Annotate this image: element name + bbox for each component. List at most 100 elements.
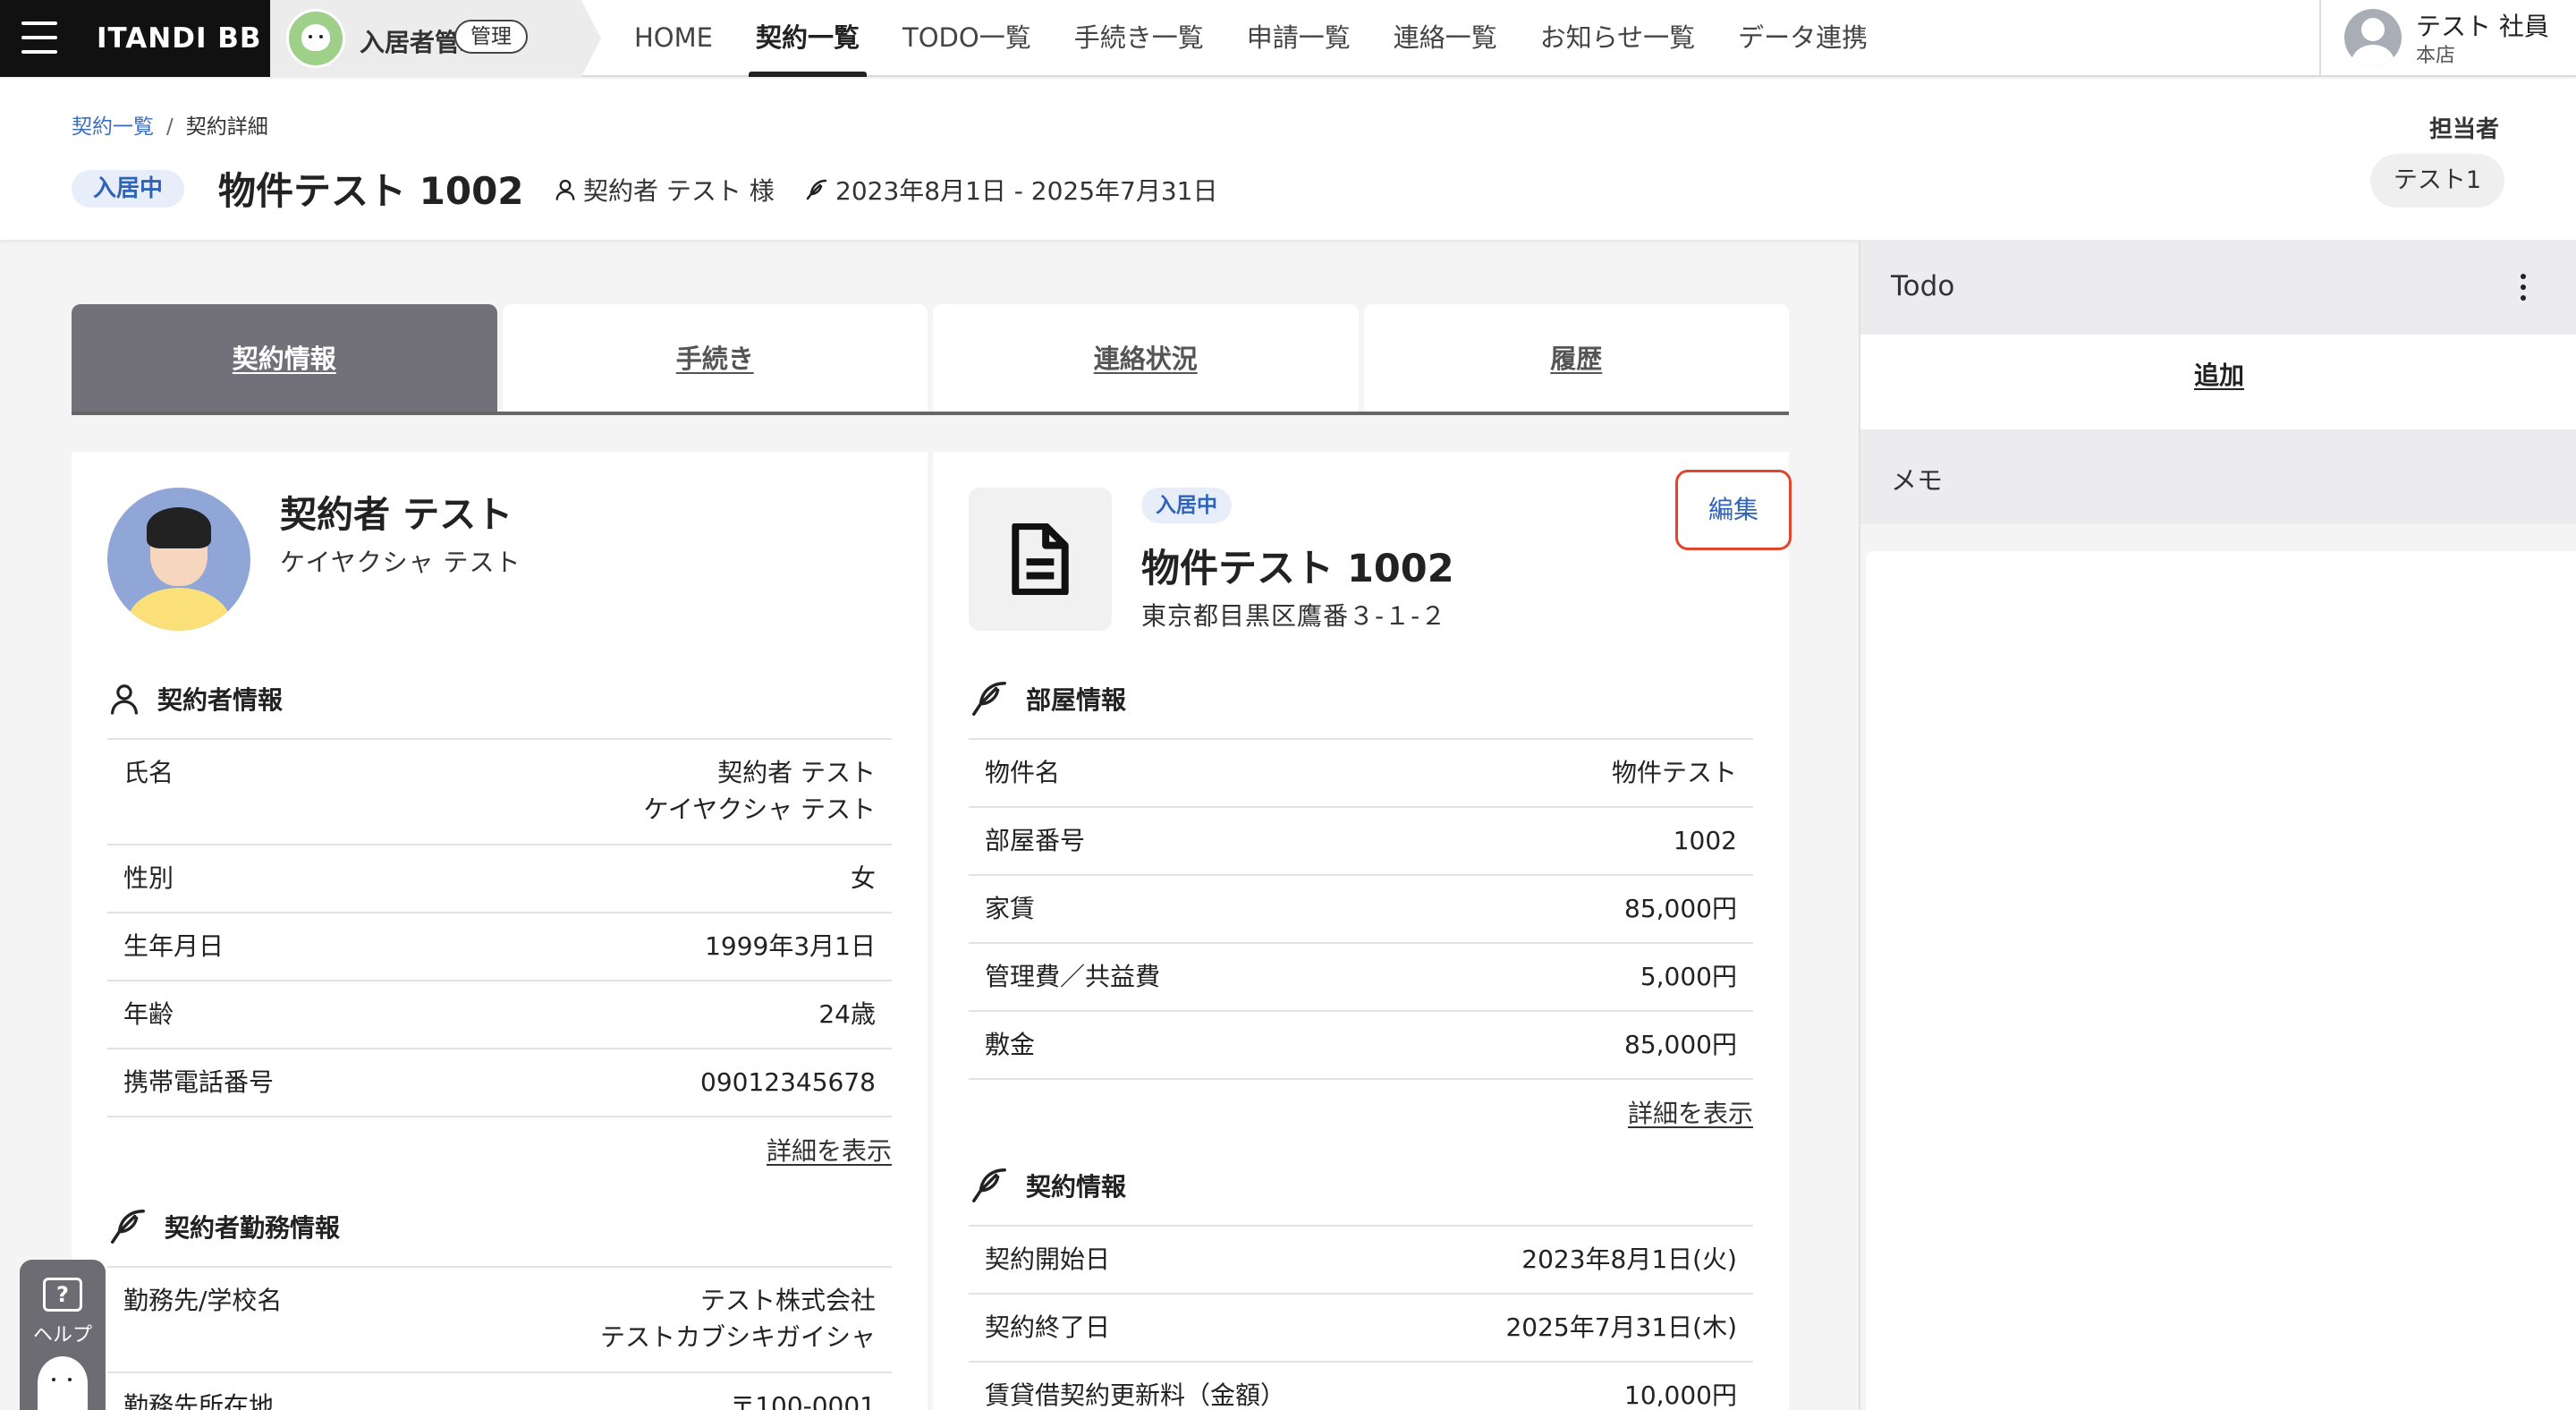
info-row: 敷金 85,000円	[969, 1012, 1753, 1080]
brand-logo[interactable]: ITANDI BB	[97, 22, 262, 55]
nav-home[interactable]: HOME	[613, 0, 734, 77]
row-label: 契約開始日	[985, 1244, 1111, 1274]
property-status-badge: 入居中	[1141, 488, 1232, 523]
menu-icon[interactable]	[21, 21, 57, 54]
room-detail-link-wrap: 詳細を表示	[969, 1080, 1753, 1137]
breadcrumb: 契約一覧 / 契約詳細	[72, 109, 268, 140]
row-label: 家賃	[985, 894, 1036, 923]
breadcrumb-separator: /	[166, 115, 174, 139]
user-name: テスト 社員	[2416, 12, 2549, 41]
bear-logo-icon	[286, 9, 345, 68]
nav-data-link[interactable]: データ連携	[1716, 0, 1889, 77]
nav-procedures[interactable]: 手続き一覧	[1053, 0, 1225, 77]
property-thumbnail	[969, 488, 1112, 631]
tab-contract-info-label: 契約情報	[232, 344, 336, 374]
row-label: 氏名	[123, 758, 174, 787]
feather-pen-icon	[972, 1168, 1006, 1202]
edit-button[interactable]: 編集	[1675, 470, 1792, 550]
contractor-name: 契約者 テスト 様	[583, 176, 775, 206]
memo-input[interactable]	[1866, 551, 2576, 1410]
contractor-kana: ケイヤクシャ テスト	[280, 548, 521, 577]
room-info-title: 部屋情報	[1026, 685, 1127, 715]
tab-procedures[interactable]: 手続き	[502, 304, 928, 412]
row-label: 性別	[123, 863, 174, 893]
property-card: 入居中 物件テスト 1002 東京都目黒区鷹番３-１-２ 編集 部屋情報 物件名…	[933, 452, 1792, 1410]
room-info-section: 部屋情報 物件名 物件テスト 部屋番号 1002 家賃 85,000円 管理費／…	[969, 659, 1753, 1137]
top-bar: ITANDI BB 入居者管理 管理 HOME 契約一覧 TODO一覧 手続き一…	[0, 0, 2576, 77]
info-row: 勤務先所在地 〒100-0001	[107, 1373, 892, 1410]
person-icon	[110, 684, 139, 715]
row-label: 勤務先所在地	[123, 1391, 275, 1410]
feather-pen-icon	[806, 179, 827, 200]
user-store: 本店	[2416, 45, 2456, 67]
assignee-label: 担当者	[2429, 116, 2500, 143]
info-row: 部屋番号 1002	[969, 808, 1753, 876]
tab-contract-info[interactable]: 契約情報	[72, 304, 497, 412]
row-label: 契約終了日	[985, 1312, 1111, 1342]
assignee-selector[interactable]: テスト1	[2370, 154, 2504, 208]
breadcrumb-current: 契約詳細	[185, 115, 268, 139]
work-info-title: 契約者勤務情報	[165, 1213, 341, 1243]
info-row: 家賃 85,000円	[969, 876, 1753, 944]
row-label: 物件名	[985, 758, 1061, 787]
tab-history[interactable]: 履歴	[1363, 304, 1789, 412]
kana-value: ケイヤクシャ テスト	[643, 794, 876, 824]
row-value: 2023年8月1日(火)	[1521, 1244, 1737, 1274]
row-value: 85,000円	[1624, 1030, 1737, 1059]
tab-history-label: 履歴	[1550, 344, 1603, 374]
property-address: 東京都目黒区鷹番３-１-２	[1141, 601, 1447, 631]
contractor-card: 契約者 テスト ケイヤクシャ テスト 契約者情報 氏名 契約者 テスト ケイヤクシ…	[72, 452, 928, 1410]
nav-notices[interactable]: お知らせ一覧	[1519, 0, 1716, 77]
feather-pen-icon	[111, 1210, 145, 1244]
breadcrumb-contracts-link[interactable]: 契約一覧	[72, 115, 154, 139]
todo-add-link[interactable]: 追加	[2194, 361, 2244, 390]
todo-title: Todo	[1891, 270, 1955, 302]
document-icon	[1012, 523, 1069, 595]
contractor-detail-link[interactable]: 詳細を表示	[767, 1136, 892, 1166]
detail-tabs: 契約情報 手続き 連絡状況 履歴	[72, 304, 1789, 415]
todo-add-link-wrap: 追加	[1860, 356, 2576, 392]
app-badge: 管理	[454, 20, 528, 54]
info-row: 年齢 24歳	[107, 981, 892, 1049]
help-button[interactable]: ? ヘルプ	[20, 1260, 106, 1410]
row-value: 2025年7月31日(木)	[1505, 1312, 1737, 1342]
row-value: 85,000円	[1624, 894, 1737, 923]
company-kana-value: テストカブシキガイシャ	[599, 1322, 876, 1352]
contractor-meta: 契約者 テスト 様	[553, 172, 775, 208]
room-detail-link[interactable]: 詳細を表示	[1628, 1099, 1753, 1128]
brand-area: ITANDI BB	[0, 0, 270, 77]
row-value: 物件テスト	[1611, 758, 1737, 787]
more-options-icon[interactable]	[2521, 274, 2528, 304]
help-question-icon: ?	[43, 1278, 82, 1312]
avatar-hair	[147, 507, 211, 548]
info-row: 勤務先/学校名 テスト株式会社 テストカブシキガイシャ	[107, 1268, 892, 1373]
nav-contracts[interactable]: 契約一覧	[734, 0, 881, 77]
tab-contact-status-label: 連絡状況	[1093, 344, 1198, 374]
nav-contacts[interactable]: 連絡一覧	[1372, 0, 1519, 77]
memo-header: メモ	[1860, 429, 2576, 524]
tab-contact-status[interactable]: 連絡状況	[933, 304, 1359, 412]
nav-todo[interactable]: TODO一覧	[881, 0, 1053, 77]
row-label: 管理費／共益費	[985, 962, 1161, 991]
help-label: ヘルプ	[32, 1324, 92, 1346]
feather-pen-icon	[972, 682, 1006, 716]
row-value: 24歳	[818, 999, 876, 1029]
avatar-body	[127, 588, 231, 631]
user-menu[interactable]: テスト 社員 本店	[2319, 0, 2576, 77]
info-row: 携帯電話番号 09012345678	[107, 1049, 892, 1117]
contractor-detail-link-wrap: 詳細を表示	[107, 1117, 892, 1175]
app-switcher[interactable]: 入居者管理 管理	[270, 0, 601, 77]
nav-applications[interactable]: 申請一覧	[1225, 0, 1372, 77]
row-label: 勤務先/学校名	[123, 1286, 283, 1315]
info-row: 性別 女	[107, 845, 892, 913]
memo-title: メモ	[1891, 465, 1944, 496]
row-value: 〒100-0001	[730, 1391, 876, 1410]
info-row: 管理費／共益費 5,000円	[969, 944, 1753, 1012]
contractor-avatar	[107, 488, 250, 631]
row-value: 10,000円	[1624, 1380, 1737, 1410]
row-label: 部屋番号	[985, 826, 1086, 855]
contract-info-section: 契約情報 契約開始日 2023年8月1日(火) 契約終了日 2025年7月31日…	[969, 1146, 1753, 1410]
info-row: 生年月日 1999年3月1日	[107, 913, 892, 981]
contract-info-title: 契約情報	[1026, 1172, 1127, 1202]
row-value: 5,000円	[1640, 962, 1737, 991]
